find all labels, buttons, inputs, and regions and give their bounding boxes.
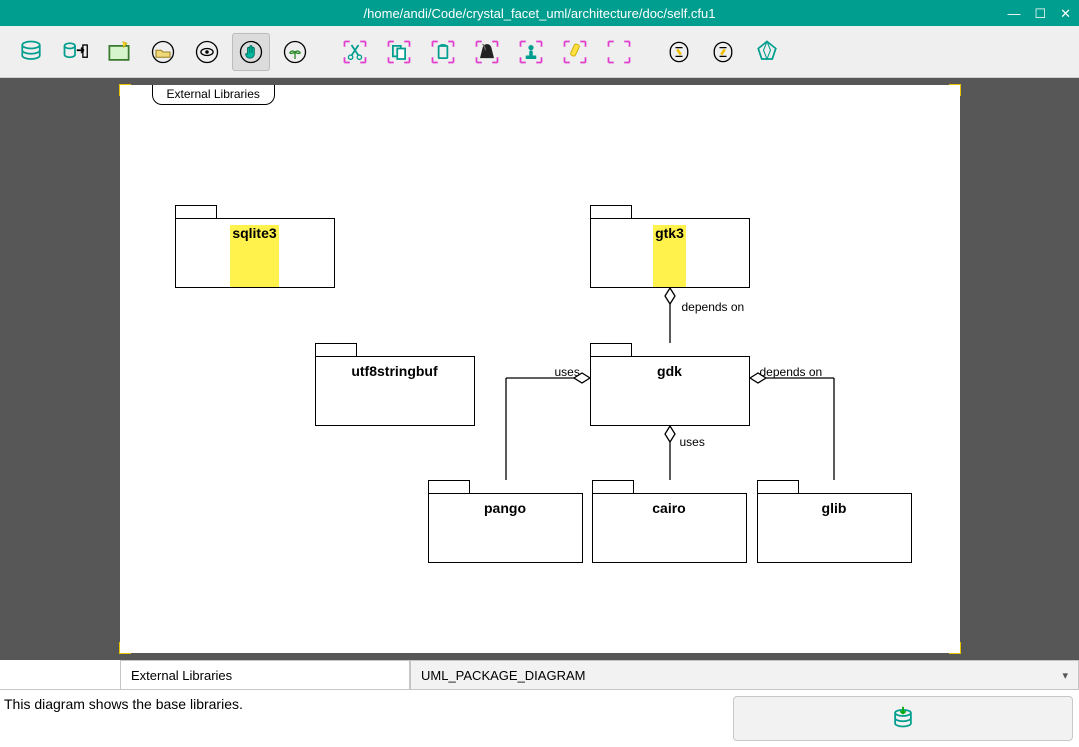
redo-icon[interactable] xyxy=(704,33,742,71)
hand-icon[interactable] xyxy=(232,33,270,71)
minimize-button[interactable]: — xyxy=(1007,7,1020,20)
main-toolbar xyxy=(0,26,1079,78)
export-icon[interactable] xyxy=(56,33,94,71)
package-label: gdk xyxy=(657,363,682,425)
package-label: gtk3 xyxy=(653,225,686,287)
name-field[interactable]: External Libraries xyxy=(120,660,410,690)
package-utf8stringbuf[interactable]: utf8stringbuf xyxy=(315,343,475,426)
relation-label[interactable]: uses xyxy=(680,435,705,449)
window-controls: — ☐ ✕ xyxy=(1007,0,1071,26)
relation-label[interactable]: depends on xyxy=(682,300,745,314)
property-fields-row: External Libraries UML_PACKAGE_DIAGRAM xyxy=(0,660,1079,690)
commit-button[interactable] xyxy=(733,696,1073,741)
paste-icon[interactable] xyxy=(424,33,462,71)
description-row: This diagram shows the base libraries. xyxy=(0,690,1079,747)
package-glib[interactable]: glib xyxy=(757,480,912,563)
plant-icon[interactable] xyxy=(276,33,314,71)
package-gdk[interactable]: gdk xyxy=(590,343,750,426)
package-gtk3[interactable]: gtk3 xyxy=(590,205,750,288)
spacer xyxy=(0,660,120,690)
package-label: glib xyxy=(822,500,847,562)
close-button[interactable]: ✕ xyxy=(1060,7,1071,20)
description-text: This diagram shows the base libraries. xyxy=(4,696,243,712)
package-cairo[interactable]: cairo xyxy=(592,480,747,563)
cut-icon[interactable] xyxy=(336,33,374,71)
type-dropdown[interactable]: UML_PACKAGE_DIAGRAM xyxy=(410,660,1079,690)
canvas-wrapper: External Libraries depends on us xyxy=(120,85,960,653)
delete-icon[interactable] xyxy=(468,33,506,71)
database-icon[interactable] xyxy=(12,33,50,71)
reset-select-icon[interactable] xyxy=(600,33,638,71)
highlight-icon[interactable] xyxy=(556,33,594,71)
type-field-value: UML_PACKAGE_DIAGRAM xyxy=(421,668,585,683)
window-title: /home/andi/Code/crystal_facet_uml/archit… xyxy=(364,6,716,21)
package-label: sqlite3 xyxy=(230,225,278,287)
maximize-button[interactable]: ☐ xyxy=(1034,7,1046,20)
connectors-layer xyxy=(120,85,960,653)
copy-icon[interactable] xyxy=(380,33,418,71)
window-titlebar: /home/andi/Code/crystal_facet_uml/archit… xyxy=(0,0,1079,26)
package-sqlite3[interactable]: sqlite3 xyxy=(175,205,335,288)
package-label: utf8stringbuf xyxy=(351,363,437,425)
folder-icon[interactable] xyxy=(144,33,182,71)
name-field-value: External Libraries xyxy=(131,668,232,683)
package-label: pango xyxy=(484,500,526,562)
relation-label[interactable]: depends on xyxy=(760,365,823,379)
diagram-title-tab[interactable]: External Libraries xyxy=(152,85,275,105)
view-icon[interactable] xyxy=(188,33,226,71)
description-field[interactable]: This diagram shows the base libraries. xyxy=(0,690,733,747)
database-download-icon xyxy=(889,705,917,733)
package-label: cairo xyxy=(652,500,685,562)
stamp-icon[interactable] xyxy=(512,33,550,71)
diagram-canvas[interactable]: External Libraries depends on us xyxy=(120,85,960,653)
relation-label[interactable]: uses xyxy=(555,365,580,379)
about-icon[interactable] xyxy=(748,33,786,71)
diagram-workspace: External Libraries depends on us xyxy=(0,78,1079,660)
undo-icon[interactable] xyxy=(660,33,698,71)
package-pango[interactable]: pango xyxy=(428,480,583,563)
new-window-icon[interactable] xyxy=(100,33,138,71)
property-panel: External Libraries UML_PACKAGE_DIAGRAM T… xyxy=(0,660,1079,747)
